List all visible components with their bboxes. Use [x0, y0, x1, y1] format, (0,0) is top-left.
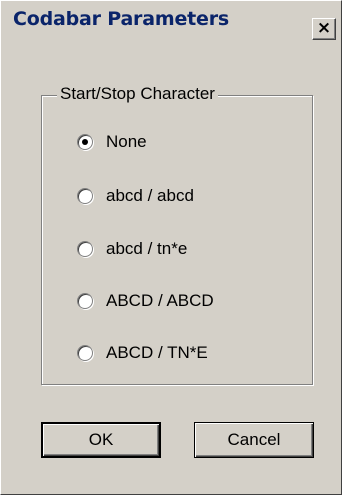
radio-button[interactable]: [77, 134, 93, 150]
radio-button[interactable]: [77, 345, 93, 361]
close-button[interactable]: ×: [312, 18, 336, 40]
dialog-title: Codabar Parameters: [13, 8, 229, 30]
group-label: Start/Stop Character: [57, 84, 218, 104]
codabar-parameters-dialog: Codabar Parameters × Start/Stop Characte…: [0, 0, 342, 495]
radio-button[interactable]: [77, 188, 93, 204]
radio-label[interactable]: abcd / tn*e: [106, 239, 187, 259]
radio-option-abcd-abcd[interactable]: abcd / abcd: [77, 184, 194, 208]
radio-button[interactable]: [77, 293, 93, 309]
radio-label[interactable]: ABCD / TN*E: [106, 343, 208, 363]
close-icon: ×: [316, 18, 332, 38]
ok-button[interactable]: OK: [41, 422, 161, 458]
radio-option-none[interactable]: None: [77, 130, 147, 154]
cancel-button[interactable]: Cancel: [194, 422, 314, 458]
radio-option-upper-abcd-tne[interactable]: ABCD / TN*E: [77, 341, 208, 365]
radio-button[interactable]: [77, 241, 93, 257]
radio-label[interactable]: ABCD / ABCD: [106, 291, 214, 311]
radio-option-upper-abcd-abcd[interactable]: ABCD / ABCD: [77, 289, 214, 313]
radio-label[interactable]: None: [106, 132, 147, 152]
title-bar[interactable]: Codabar Parameters ×: [1, 1, 341, 40]
radio-selected-dot: [82, 139, 88, 145]
radio-option-abcd-tne[interactable]: abcd / tn*e: [77, 237, 187, 261]
radio-label[interactable]: abcd / abcd: [106, 186, 194, 206]
